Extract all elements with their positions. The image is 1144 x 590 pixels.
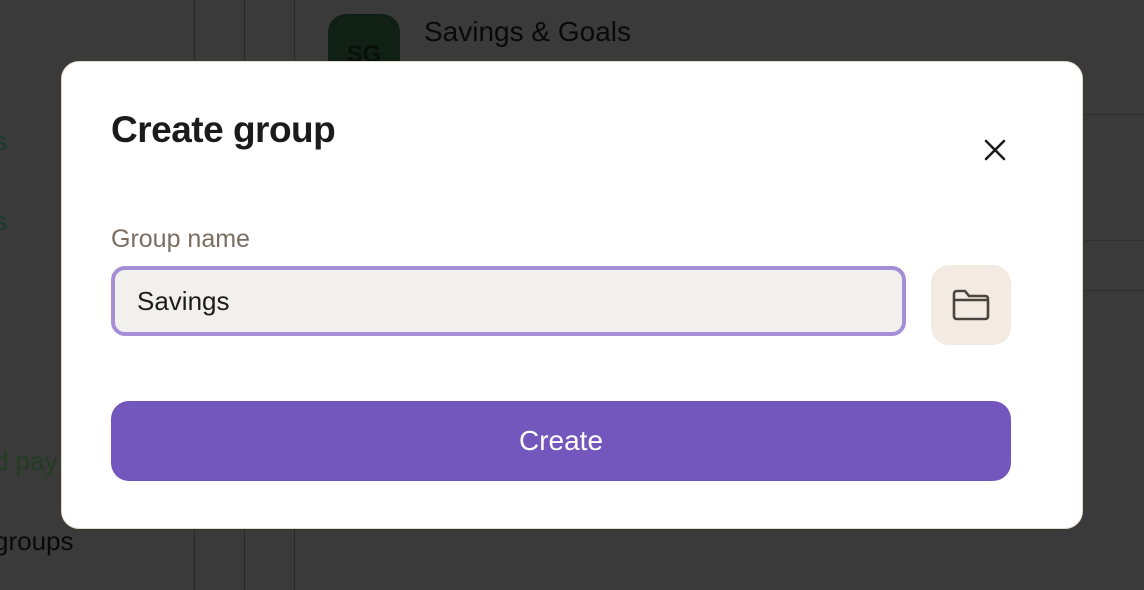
create-button[interactable]: Create <box>111 401 1011 481</box>
folder-icon <box>952 289 990 321</box>
create-group-dialog: Create group Group name Create <box>61 61 1083 529</box>
dialog-title: Create group <box>111 109 336 150</box>
group-name-input[interactable] <box>115 270 902 332</box>
group-name-label: Group name <box>111 225 250 253</box>
close-button[interactable] <box>978 133 1012 167</box>
close-icon <box>984 139 1006 161</box>
group-name-field-wrapper <box>111 266 906 336</box>
folder-picker-button[interactable] <box>931 265 1011 345</box>
